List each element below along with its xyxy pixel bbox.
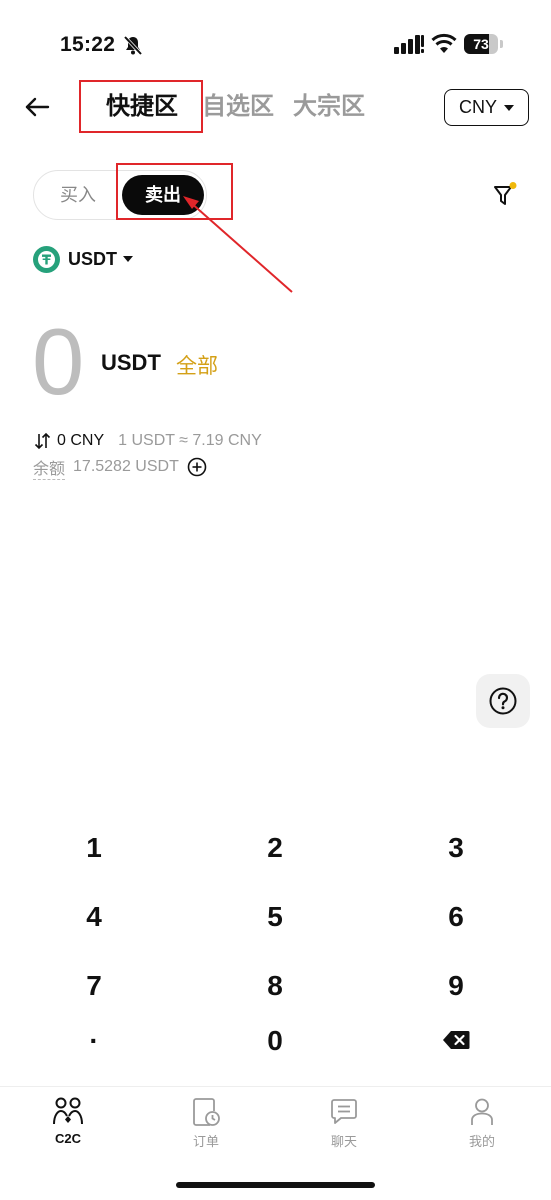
add-circle-icon[interactable] <box>187 457 207 477</box>
buy-tab[interactable]: 买入 <box>34 171 122 219</box>
amount-unit: USDT <box>101 350 161 375</box>
tether-logo-icon <box>33 245 60 273</box>
annotation-highlight-box <box>116 163 233 220</box>
key-5[interactable]: 5 <box>215 892 335 942</box>
coin-symbol: USDT <box>68 248 117 269</box>
converted-amount: 0 CNY <box>57 432 105 449</box>
chat-icon <box>331 1099 357 1124</box>
nav-label: C2C <box>54 1131 81 1146</box>
nav-item-c2c[interactable]: C2C <box>28 1097 108 1153</box>
bell-muted-icon <box>123 35 143 56</box>
nav-label: 订单 <box>192 1134 219 1149</box>
help-button[interactable] <box>476 674 530 728</box>
question-circle-icon <box>489 687 517 715</box>
swap-vertical-icon[interactable] <box>33 431 53 451</box>
key-9[interactable]: 9 <box>396 961 516 1011</box>
coin-selector[interactable]: USDT <box>33 245 133 273</box>
amount-value: 0 <box>32 309 85 414</box>
wifi-icon <box>431 33 457 53</box>
balance-value: 17.5282 USDT <box>73 458 179 475</box>
balance-label[interactable]: 余额 <box>33 455 66 480</box>
balance-row: 余额 17.5282 USDT <box>33 455 207 480</box>
key-6[interactable]: 6 <box>396 892 516 942</box>
key-decimal[interactable]: · <box>34 1016 154 1066</box>
key-0[interactable]: 0 <box>215 1016 335 1066</box>
status-time: 15:22 <box>60 33 116 56</box>
battery-indicator: 73 <box>464 34 504 54</box>
key-1[interactable]: 1 <box>34 823 154 873</box>
tab-favorite-zone[interactable]: 自选区 <box>202 91 274 123</box>
back-arrow-icon[interactable] <box>24 93 52 121</box>
key-4[interactable]: 4 <box>34 892 154 942</box>
key-backspace[interactable] <box>396 1016 516 1066</box>
exchange-rate: 1 USDT ≈ 7.19 CNY <box>118 432 262 449</box>
nav-item-me[interactable]: 我的 <box>442 1097 522 1153</box>
filter-icon[interactable] <box>492 182 518 208</box>
signal-icon <box>394 35 424 54</box>
backspace-icon <box>443 1031 470 1049</box>
key-7[interactable]: 7 <box>34 961 154 1011</box>
annotation-highlight-box <box>79 80 203 133</box>
tab-bulk-zone[interactable]: 大宗区 <box>293 91 365 123</box>
nav-label: 我的 <box>468 1134 495 1149</box>
currency-label: CNY <box>458 97 497 117</box>
key-8[interactable]: 8 <box>215 961 335 1011</box>
key-3[interactable]: 3 <box>396 823 516 873</box>
order-clock-icon <box>193 1098 220 1126</box>
nav-label: 聊天 <box>330 1134 357 1149</box>
home-indicator <box>176 1182 375 1188</box>
status-bar: 15:22 73 <box>0 0 551 80</box>
people-icon <box>53 1097 83 1125</box>
nav-item-orders[interactable]: 订单 <box>166 1097 246 1153</box>
currency-selector[interactable]: CNY <box>444 89 529 126</box>
key-2[interactable]: 2 <box>215 823 335 873</box>
battery-percent: 73 <box>473 36 489 52</box>
conversion-row: 0 CNY 1 USDT ≈ 7.19 CNY <box>33 430 262 452</box>
sell-all-button[interactable]: 全部 <box>176 350 218 380</box>
caret-down-icon <box>123 256 133 262</box>
nav-item-chat[interactable]: 聊天 <box>304 1097 384 1153</box>
caret-down-icon <box>504 104 514 111</box>
person-icon <box>471 1098 493 1125</box>
